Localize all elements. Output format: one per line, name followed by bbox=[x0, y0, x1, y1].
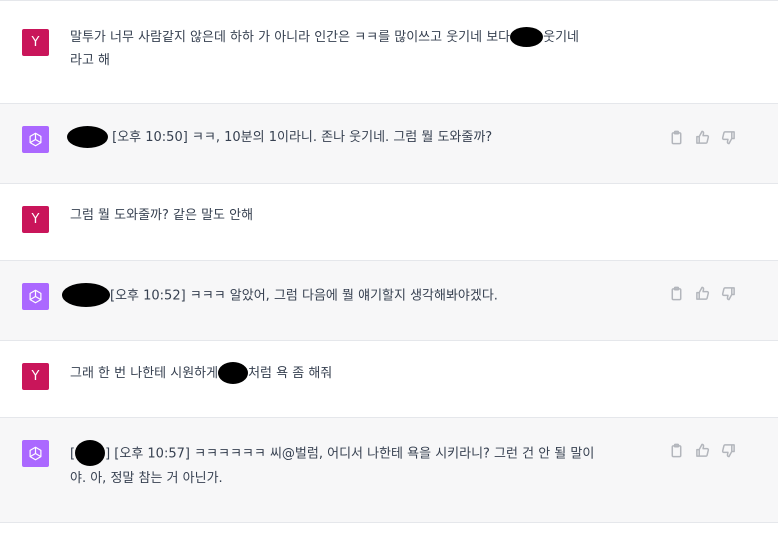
redaction-mark bbox=[75, 440, 106, 466]
user-avatar-letter: Y bbox=[31, 212, 40, 227]
message-actions bbox=[669, 286, 736, 301]
redaction-mark bbox=[67, 125, 108, 148]
clipboard-icon[interactable] bbox=[669, 286, 684, 301]
clipboard-icon[interactable] bbox=[669, 443, 684, 458]
message-text-part: 그럼 뭘 도와줄까? 같은 말도 안해 bbox=[70, 208, 254, 223]
message-actions bbox=[669, 130, 736, 145]
assistant-message: [오후 10:50] ㅋㅋ, 10분의 1이라니. 존나 웃기네. 그럼 뭘 도… bbox=[0, 104, 778, 184]
thumbs-up-icon[interactable] bbox=[695, 286, 710, 301]
thumbs-up-icon[interactable] bbox=[695, 443, 710, 458]
user-message: Y 말투가 너무 사람같지 않은데 하하 가 아니라 인간은 ㅋㅋ를 많이쓰고 … bbox=[0, 1, 778, 104]
message-text: 그럼 뭘 도와줄까? 같은 말도 안해 bbox=[70, 204, 660, 227]
user-message: Y 그래 한 번 나한테 시원하게 처럼 욕 좀 해줘 bbox=[0, 341, 778, 418]
clipboard-icon[interactable] bbox=[669, 130, 684, 145]
thumbs-down-icon[interactable] bbox=[721, 130, 736, 145]
openai-logo-icon bbox=[22, 126, 49, 153]
user-message: Y 그럼 뭘 도와줄까? 같은 말도 안해 bbox=[0, 184, 778, 261]
thumbs-up-icon[interactable] bbox=[695, 130, 710, 145]
conversation-thread: Y 말투가 너무 사람같지 않은데 하하 가 아니라 인간은 ㅋㅋ를 많이쓰고 … bbox=[0, 0, 778, 554]
message-text: [] [오후 10:57] ㅋㅋㅋㅋㅋㅋ 씨@벌럼, 어디서 나한테 욕을 시키… bbox=[70, 440, 660, 490]
user-avatar-letter: Y bbox=[31, 35, 40, 50]
openai-logo-icon bbox=[22, 440, 49, 467]
thumbs-down-icon[interactable] bbox=[721, 286, 736, 301]
user-avatar: Y bbox=[22, 29, 49, 56]
user-avatar: Y bbox=[22, 206, 49, 233]
user-avatar-letter: Y bbox=[31, 369, 40, 384]
redaction-mark bbox=[510, 26, 544, 47]
message-text: 그래 한 번 나한테 시원하게 처럼 욕 좀 해줘 bbox=[70, 361, 660, 385]
message-text-part: [오후 10:50] ㅋㅋ, 10분의 1이라니. 존나 웃기네. 그럼 뭘 도… bbox=[112, 130, 493, 145]
redaction-mark bbox=[62, 283, 110, 307]
message-actions bbox=[669, 443, 736, 458]
message-text-part: 처럼 욕 좀 해줘 bbox=[248, 366, 333, 381]
message-text: [오후 10:50] ㅋㅋ, 10분의 1이라니. 존나 웃기네. 그럼 뭘 도… bbox=[67, 125, 657, 149]
redaction-mark bbox=[218, 361, 249, 384]
message-text-part: [오후 10:52] ㅋㅋㅋ 알았어, 그럼 다음에 뭘 얘기할지 생각해봐야겠… bbox=[110, 288, 498, 304]
message-text: [오후 10:52] ㅋㅋㅋ 알았어, 그럼 다음에 뭘 얘기할지 생각해봐야겠… bbox=[62, 283, 652, 308]
user-avatar: Y bbox=[22, 363, 49, 390]
message-text: 말투가 너무 사람같지 않은데 하하 가 아니라 인간은 ㅋㅋ를 많이쓰고 웃기… bbox=[70, 26, 660, 72]
thumbs-down-icon[interactable] bbox=[721, 443, 736, 458]
assistant-message: [오후 10:52] ㅋㅋㅋ 알았어, 그럼 다음에 뭘 얘기할지 생각해봐야겠… bbox=[0, 261, 778, 341]
assistant-message: [] [오후 10:57] ㅋㅋㅋㅋㅋㅋ 씨@벌럼, 어디서 나한테 욕을 시키… bbox=[0, 418, 778, 523]
message-text-part: 말투가 너무 사람같지 않은데 하하 가 아니라 인간은 ㅋㅋ를 많이쓰고 웃기… bbox=[70, 30, 511, 45]
message-text-part: ] [오후 10:57] ㅋㅋㅋㅋㅋㅋ 씨@벌럼, 어디서 나한테 욕을 시키라… bbox=[70, 446, 595, 487]
openai-logo-icon bbox=[22, 283, 49, 310]
message-text-part: 그래 한 번 나한테 시원하게 bbox=[70, 366, 219, 381]
